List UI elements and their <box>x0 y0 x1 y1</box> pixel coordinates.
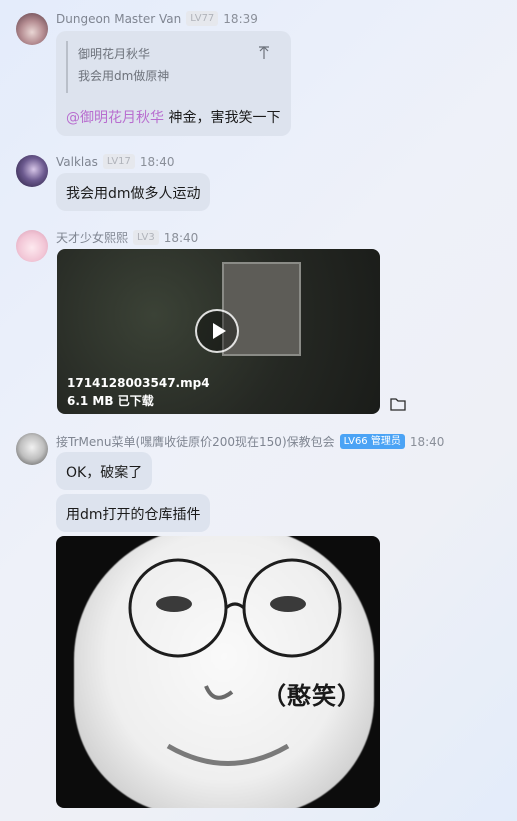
timestamp: 18:40 <box>139 154 175 169</box>
sender-name[interactable]: Dungeon Master Van <box>56 12 181 26</box>
play-icon[interactable] <box>195 309 239 353</box>
level-badge: LV77 <box>186 11 219 26</box>
avatar[interactable] <box>16 155 48 187</box>
video-status: 6.1 MB 已下载 <box>67 394 154 408</box>
message-text: @御明花月秋华 神金，害我笑一下 <box>66 107 280 127</box>
timestamp: 18:40 <box>409 434 445 449</box>
meme-caption: （憨笑） <box>262 682 362 710</box>
message-bubble[interactable]: 用dm打开的仓库插件 <box>56 494 210 532</box>
glasses-icon <box>128 558 342 766</box>
folder-icon[interactable] <box>390 397 406 411</box>
message-bubble[interactable]: OK，破案了 <box>56 452 152 490</box>
message-meta: Valklas LV17 18:40 <box>56 154 175 169</box>
message-body: 神金，害我笑一下 <box>168 110 281 126</box>
message-meta: Dungeon Master Van LV77 18:39 <box>56 11 258 26</box>
timestamp: 18:40 <box>163 230 199 245</box>
sender-name[interactable]: 天才少女熙熙 <box>56 229 128 246</box>
level-badge: LV17 <box>102 154 135 169</box>
quote-author: 御明花月秋华 <box>78 47 151 61</box>
level-badge: LV3 <box>133 230 159 245</box>
video-message[interactable]: 1714128003547.mp4 6.1 MB 已下载 <box>57 249 380 414</box>
message-meta: 接TrMenu菜单(嘿膺收徒原价200现在150)保教包会 LV66 管理员 1… <box>56 433 444 450</box>
avatar[interactable] <box>16 13 48 45</box>
image-message[interactable]: （憨笑） <box>56 536 380 808</box>
sender-name[interactable]: Valklas <box>56 155 98 169</box>
message-text: 用dm打开的仓库插件 <box>66 507 201 523</box>
pin-icon[interactable] <box>258 46 270 60</box>
video-filename: 1714128003547.mp4 <box>67 376 210 390</box>
message-meta: 天才少女熙熙 LV3 18:40 <box>56 229 198 246</box>
quote-bar <box>66 41 68 93</box>
message-bubble[interactable]: 我会用dm做多人运动 <box>56 173 210 211</box>
timestamp: 18:39 <box>223 11 258 26</box>
sender-name[interactable]: 接TrMenu菜单(嘿膺收徒原价200现在150)保教包会 <box>56 433 335 450</box>
quote-text: 我会用dm做原神 <box>78 69 170 83</box>
avatar[interactable] <box>16 433 48 465</box>
admin-badge: LV66 管理员 <box>339 434 405 449</box>
message-text: OK，破案了 <box>66 465 143 481</box>
mention-link[interactable]: @御明花月秋华 <box>66 110 164 126</box>
message-bubble[interactable]: 御明花月秋华 我会用dm做原神 @御明花月秋华 神金，害我笑一下 <box>56 31 291 136</box>
avatar[interactable] <box>16 230 48 262</box>
message-text: 我会用dm做多人运动 <box>66 186 201 202</box>
